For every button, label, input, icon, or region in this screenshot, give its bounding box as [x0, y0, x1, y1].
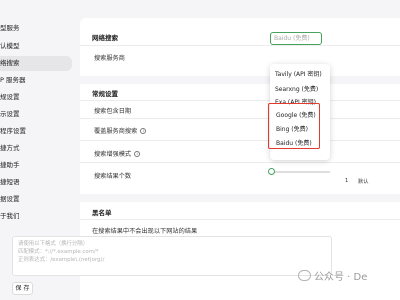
- divider: [80, 162, 400, 163]
- sidebar-item-mcp-server[interactable]: P 服务器: [0, 73, 72, 88]
- info-icon[interactable]: i: [134, 151, 141, 157]
- sidebar-item-shortcuts[interactable]: 捷方式: [0, 141, 72, 156]
- enhance-mode-label: 搜索增强模式: [94, 151, 132, 158]
- include-date-label: 搜索包含日期: [94, 108, 132, 115]
- provider-select[interactable]: Baidu (免费): [270, 32, 322, 45]
- sidebar-item-display-settings[interactable]: 示设置: [0, 107, 72, 122]
- sidebar-item-quick-phrases[interactable]: 捷短语: [0, 175, 72, 190]
- placeholder-line: 请使用以下格式（换行分隔）: [18, 241, 89, 247]
- sidebar-item-quick-assistant[interactable]: 捷助手: [0, 158, 72, 173]
- blacklist-title: 黑名单: [92, 209, 112, 217]
- result-count-label: 搜索结果个数: [94, 173, 132, 180]
- watermark: 公众号 · De: [314, 272, 368, 283]
- provider-label: 搜索服务商: [94, 55, 125, 62]
- wechat-icon: [298, 270, 311, 281]
- blacklist-description: 在搜索结果中不会出现以下网站的结果: [92, 228, 198, 235]
- result-count-slider-track[interactable]: [270, 171, 330, 173]
- divider: [80, 219, 400, 220]
- divider: [80, 100, 400, 101]
- divider: [80, 140, 400, 141]
- web-search-title: 网络搜索: [92, 34, 118, 42]
- general-settings-title: 常规设置: [92, 90, 118, 98]
- sidebar-item-about[interactable]: 于我们: [0, 209, 72, 224]
- dropdown-option-searxng[interactable]: Searxng (免费): [275, 84, 318, 93]
- sidebar-item-model-service[interactable]: 型服务: [0, 21, 72, 36]
- placeholder-line: 匹配模式：*://*.example.com/*: [18, 249, 99, 255]
- override-provider-label: 覆盖服务商搜索: [94, 128, 138, 135]
- sidebar-item-web-search[interactable]: 络搜索: [0, 56, 72, 71]
- divider: [80, 118, 400, 119]
- sidebar-item-general-settings[interactable]: 规设置: [0, 90, 72, 105]
- dropdown-option-tavily[interactable]: Tavily (API 密钥): [275, 69, 322, 78]
- blacklist-textarea[interactable]: 请使用以下格式（换行分隔） 匹配模式：*://*.example.com/* 正…: [12, 236, 332, 276]
- placeholder-line: 正则表达式：/example\.(net|org)/: [18, 257, 105, 263]
- enhance-mode-row: 搜索增强模式 i: [94, 149, 141, 158]
- save-button[interactable]: 保 存: [12, 282, 33, 295]
- slider-min-label: 1: [345, 178, 349, 184]
- sidebar-item-app-settings[interactable]: 程序设置: [0, 124, 72, 139]
- free-options-highlight: [268, 103, 320, 149]
- section-gap: [80, 194, 400, 202]
- slider-default-label: 默认: [358, 179, 369, 185]
- info-icon[interactable]: i: [140, 128, 147, 134]
- sidebar-item-data-settings[interactable]: 据设置: [0, 192, 72, 207]
- override-provider-row: 覆盖服务商搜索 i: [94, 126, 147, 135]
- divider: [80, 45, 400, 46]
- section-gap: [80, 76, 400, 84]
- sidebar-item-default-model[interactable]: 认模型: [0, 39, 72, 54]
- result-count-slider-thumb[interactable]: [268, 168, 275, 175]
